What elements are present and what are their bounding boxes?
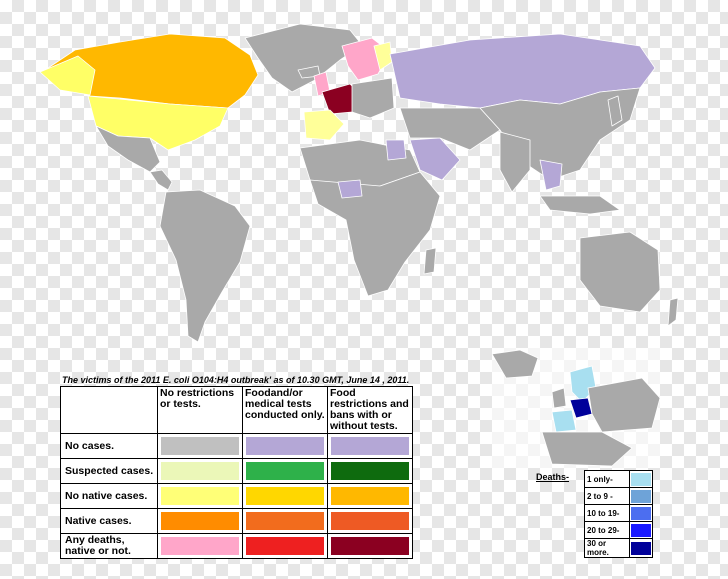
- region-france-spain: [303, 109, 345, 141]
- region-india: [499, 131, 531, 193]
- legend-swatch: [161, 487, 239, 505]
- legend-swatch: [161, 512, 239, 530]
- deaths-swatch: [631, 541, 651, 555]
- deaths-range-label: 1 only-: [584, 470, 630, 488]
- legend-swatch: [161, 437, 239, 455]
- legend-row-label: No cases.: [60, 433, 158, 459]
- legend-cell: [242, 533, 328, 559]
- deaths-swatch-cell: [629, 521, 653, 539]
- legend-cell: [242, 483, 328, 509]
- legend-row: No native cases.: [60, 483, 413, 509]
- legend-swatch: [246, 487, 324, 505]
- deaths-swatch-cell: [629, 538, 653, 558]
- region-se-asia: [539, 159, 563, 191]
- legend-table: No restrictions or tests. Foodand/or med…: [60, 386, 413, 559]
- region-south-america: [159, 189, 251, 343]
- region-sudan: [337, 179, 363, 199]
- legend-row-label: Native cases.: [60, 508, 158, 534]
- legend-swatch: [331, 512, 409, 530]
- legend-cell: [157, 533, 243, 559]
- inset-east: [587, 377, 660, 433]
- deaths-swatch: [631, 506, 651, 520]
- legend-row: No cases.: [60, 433, 413, 459]
- legend-swatch: [331, 462, 409, 480]
- legend-row-label: Suspected cases.: [60, 458, 158, 484]
- deaths-row: 10 to 19-: [584, 504, 653, 522]
- deaths-swatch-cell: [629, 504, 653, 522]
- legend-cell: [327, 458, 413, 484]
- legend-column-header: No restrictions or tests.: [157, 386, 243, 434]
- legend-swatch: [246, 537, 324, 555]
- region-madagascar: [423, 247, 437, 275]
- deaths-swatch-cell: [629, 487, 653, 505]
- legend-swatch: [331, 437, 409, 455]
- region-greenland: [244, 23, 363, 93]
- legend-cell: [157, 508, 243, 534]
- legend-row-label: Any deaths, native or not.: [60, 533, 158, 559]
- legend-swatch: [246, 437, 324, 455]
- legend-cell: [327, 483, 413, 509]
- inset-uk: [551, 387, 567, 409]
- europe-inset-map: [492, 348, 660, 468]
- legend-cell: [157, 458, 243, 484]
- deaths-swatch: [631, 472, 651, 486]
- region-indonesia: [539, 195, 621, 215]
- legend-swatch: [246, 512, 324, 530]
- legend-swatch: [161, 537, 239, 555]
- deaths-range-label: 10 to 19-: [584, 504, 630, 522]
- region-central-america: [149, 169, 173, 191]
- deaths-swatch: [631, 523, 651, 537]
- region-east-europe: [351, 77, 395, 119]
- legend-cell: [327, 533, 413, 559]
- legend-swatch: [331, 487, 409, 505]
- legend-column-header: Foodand/or medical tests conducted only.: [242, 386, 328, 434]
- legend-cell: [157, 433, 243, 459]
- region-africa: [309, 171, 441, 297]
- legend-swatch: [331, 537, 409, 555]
- legend-caption: The victims of the 2011 E. coli O104:H4 …: [62, 375, 410, 385]
- region-australia: [579, 231, 661, 313]
- deaths-row: 20 to 29-: [584, 521, 653, 539]
- deaths-range-label: 30 or more.: [584, 538, 630, 558]
- deaths-range-label: 2 to 9 -: [584, 487, 630, 505]
- deaths-legend: 1 only- 2 to 9 - 10 to 19- 20 to 29- 30 …: [584, 470, 653, 558]
- legend-header-row: No restrictions or tests. Foodand/or med…: [60, 386, 413, 434]
- legend-cell: [242, 508, 328, 534]
- region-egypt: [385, 139, 407, 161]
- legend-column-header: Food restrictions and bans with or witho…: [327, 386, 413, 434]
- deaths-label: Deaths-: [536, 472, 570, 482]
- legend-row: Suspected cases.: [60, 458, 413, 484]
- inset-france: [551, 409, 577, 433]
- legend-swatch: [246, 462, 324, 480]
- legend-row: Any deaths, native or not.: [60, 533, 413, 559]
- region-new-zealand: [667, 297, 679, 327]
- deaths-row: 30 or more.: [584, 538, 653, 558]
- legend-cell: [157, 483, 243, 509]
- legend-row-label: No native cases.: [60, 483, 158, 509]
- legend-cell: [327, 508, 413, 534]
- deaths-range-label: 20 to 29-: [584, 521, 630, 539]
- deaths-swatch-cell: [629, 470, 653, 488]
- legend-cell: [242, 458, 328, 484]
- deaths-row: 1 only-: [584, 470, 653, 488]
- legend-cell: [327, 433, 413, 459]
- legend-corner-cell: [60, 386, 158, 434]
- legend-swatch: [161, 462, 239, 480]
- deaths-row: 2 to 9 -: [584, 487, 653, 505]
- legend-row: Native cases.: [60, 508, 413, 534]
- deaths-swatch: [631, 489, 651, 503]
- legend-cell: [242, 433, 328, 459]
